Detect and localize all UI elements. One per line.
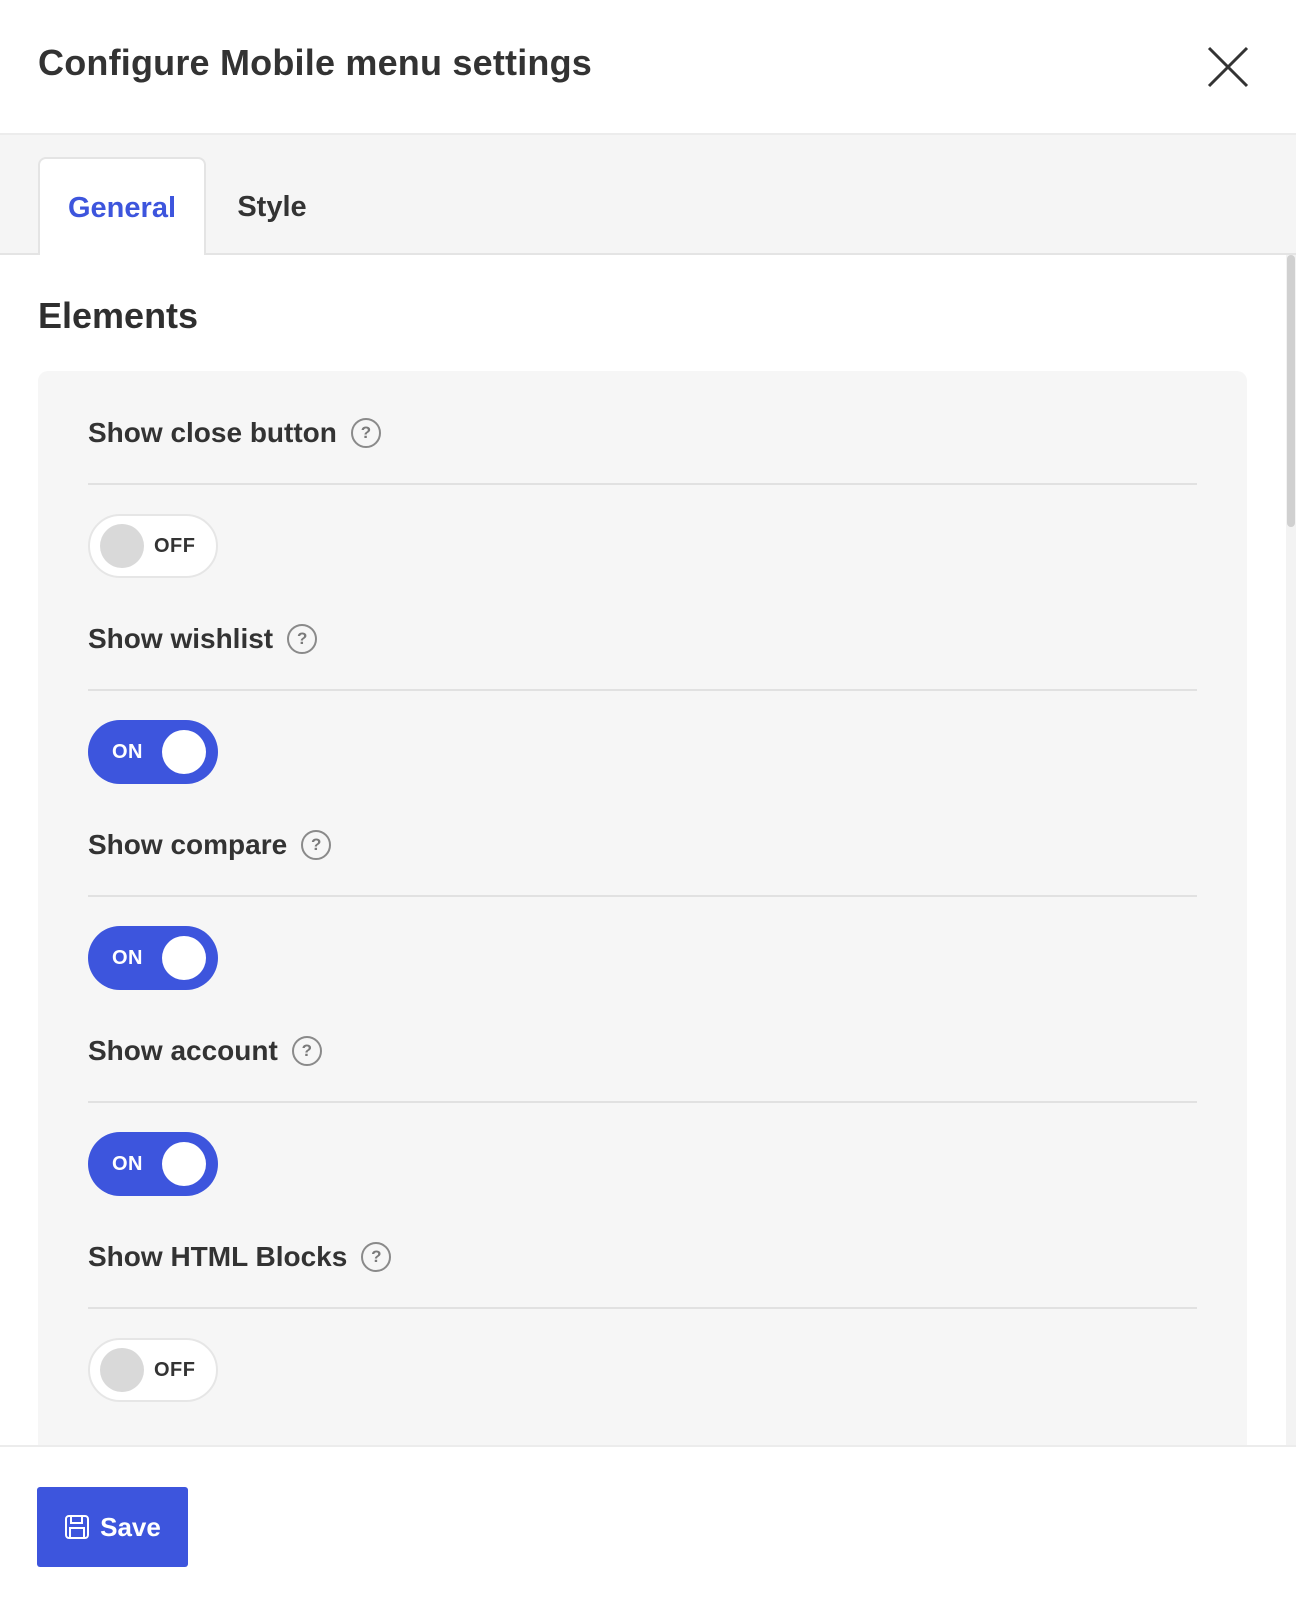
scrollbar[interactable] bbox=[1286, 255, 1296, 1445]
divider bbox=[88, 1307, 1197, 1309]
divider bbox=[88, 1101, 1197, 1103]
help-icon[interactable]: ? bbox=[291, 1036, 322, 1066]
modal-title: Configure Mobile menu settings bbox=[38, 42, 593, 83]
close-button[interactable] bbox=[1205, 44, 1251, 90]
toggle-knob bbox=[162, 730, 206, 774]
help-icon[interactable]: ? bbox=[361, 1242, 392, 1272]
divider bbox=[88, 689, 1197, 691]
toggle-show-close-button[interactable]: OFF bbox=[88, 514, 218, 578]
help-icon[interactable]: ? bbox=[301, 830, 332, 860]
setting-label: Show account bbox=[88, 1035, 278, 1066]
content-scroll-area[interactable]: Elements Show close button ? OFF Show wi… bbox=[0, 255, 1296, 1445]
help-icon[interactable]: ? bbox=[287, 624, 318, 654]
toggle-state: OFF bbox=[154, 1358, 196, 1381]
setting-show-compare: Show compare ? ON bbox=[88, 783, 1197, 993]
tab-style[interactable]: Style bbox=[212, 157, 332, 257]
modal-footer: Save bbox=[0, 1445, 1296, 1604]
divider bbox=[88, 483, 1197, 485]
settings-modal: Configure Mobile menu settings General S… bbox=[0, 0, 1296, 1604]
setting-show-close-button: Show close button ? OFF bbox=[88, 371, 1197, 581]
toggle-state: ON bbox=[112, 1152, 143, 1175]
toggle-knob bbox=[162, 1142, 206, 1186]
save-button[interactable]: Save bbox=[37, 1487, 188, 1567]
toggle-show-account[interactable]: ON bbox=[88, 1132, 218, 1196]
toggle-state: ON bbox=[112, 740, 143, 763]
modal-header: Configure Mobile menu settings bbox=[0, 0, 1296, 135]
toggle-state: ON bbox=[112, 946, 143, 969]
toggle-state: OFF bbox=[154, 534, 196, 557]
setting-label: Show wishlist bbox=[88, 623, 274, 654]
toggle-knob bbox=[100, 1348, 144, 1392]
toggle-show-html-blocks[interactable]: OFF bbox=[88, 1338, 218, 1402]
toggle-knob bbox=[162, 936, 206, 980]
toggle-show-wishlist[interactable]: ON bbox=[88, 720, 218, 784]
setting-label: Show HTML Blocks bbox=[88, 1241, 348, 1272]
save-label: Save bbox=[100, 1511, 161, 1542]
toggle-knob bbox=[100, 524, 144, 568]
close-icon bbox=[1207, 46, 1249, 88]
section-title: Elements bbox=[38, 295, 199, 336]
elements-panel: Show close button ? OFF Show wishlist ? … bbox=[38, 371, 1247, 1445]
setting-show-html-blocks: Show HTML Blocks ? OFF bbox=[88, 1195, 1197, 1405]
setting-label: Show compare bbox=[88, 829, 288, 860]
tabs-bar: General Style bbox=[0, 135, 1296, 257]
setting-show-wishlist: Show wishlist ? ON bbox=[88, 577, 1197, 787]
toggle-show-compare[interactable]: ON bbox=[88, 926, 218, 990]
scrollbar-thumb[interactable] bbox=[1287, 255, 1295, 527]
setting-label: Show close button bbox=[88, 417, 337, 448]
help-icon[interactable]: ? bbox=[350, 418, 381, 448]
divider bbox=[88, 895, 1197, 897]
setting-show-account: Show account ? ON bbox=[88, 989, 1197, 1199]
floppy-disk-icon bbox=[65, 1515, 90, 1539]
tab-general[interactable]: General bbox=[38, 157, 206, 257]
